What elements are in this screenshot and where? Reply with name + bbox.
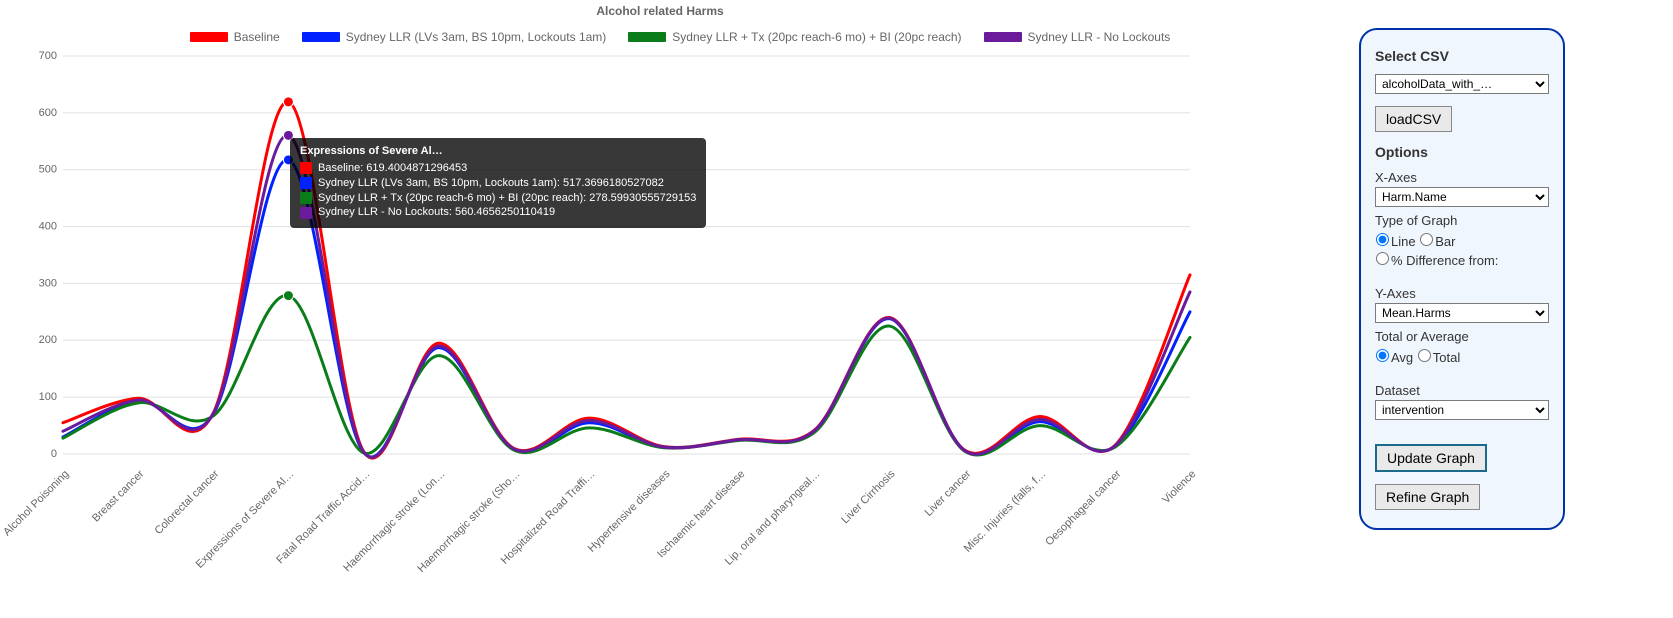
update-graph-button[interactable]: Update Graph: [1375, 444, 1487, 472]
csv-select[interactable]: alcoholData_with_…: [1375, 74, 1549, 94]
total-or-avg-label: Total or Average: [1375, 329, 1549, 344]
type-line-option[interactable]: Line: [1375, 234, 1416, 249]
legend-label: Sydney LLR (LVs 3am, BS 10pm, Lockouts 1…: [346, 30, 607, 44]
x-axes-select[interactable]: Harm.Name: [1375, 187, 1549, 207]
hover-point: [283, 155, 293, 165]
x-axis-label: Hypertensive diseases: [586, 468, 673, 555]
legend-swatch: [190, 32, 228, 42]
x-axis-label: Alcohol Poisoning: [1, 468, 71, 538]
legend-label: Baseline: [234, 30, 280, 44]
x-axis-label: Liver Cirrhosis: [840, 468, 898, 526]
select-csv-heading: Select CSV: [1375, 48, 1549, 64]
dataset-label: Dataset: [1375, 383, 1549, 398]
avg-radio[interactable]: [1376, 349, 1389, 362]
legend-swatch: [984, 32, 1022, 42]
legend-item[interactable]: Sydney LLR + Tx (20pc reach-6 mo) + BI (…: [628, 30, 961, 44]
load-csv-button[interactable]: loadCSV: [1375, 106, 1452, 132]
svg-text:500: 500: [39, 164, 57, 176]
svg-text:100: 100: [39, 391, 57, 403]
x-axis-label: Colorectal cancer: [153, 468, 222, 537]
dataset-select[interactable]: intervention: [1375, 400, 1549, 420]
y-axes-label: Y-Axes: [1375, 286, 1549, 301]
svg-text:400: 400: [39, 220, 57, 232]
svg-text:200: 200: [39, 334, 57, 346]
legend-item[interactable]: Baseline: [190, 30, 280, 44]
type-of-graph-label: Type of Graph: [1375, 213, 1549, 228]
legend-item[interactable]: Sydney LLR - No Lockouts: [984, 30, 1171, 44]
svg-text:700: 700: [39, 50, 57, 62]
chart-title: Alcohol related Harms: [0, 4, 1320, 18]
hover-point: [283, 130, 293, 140]
total-radio[interactable]: [1418, 349, 1431, 362]
series-line: [63, 102, 1190, 458]
legend-swatch: [302, 32, 340, 42]
x-axes-label: X-Axes: [1375, 170, 1549, 185]
plot-area[interactable]: 0 100 200 300 400 500 600 700: [25, 50, 1200, 460]
hover-point: [283, 97, 293, 107]
legend-label: Sydney LLR - No Lockouts: [1028, 30, 1171, 44]
type-pct-radio[interactable]: [1376, 252, 1389, 265]
chart-container: Alcohol related Harms Baseline Sydney LLR…: [0, 0, 1320, 618]
legend-label: Sydney LLR + Tx (20pc reach-6 mo) + BI (…: [672, 30, 961, 44]
x-axis-label: Violence: [1160, 468, 1198, 506]
type-line-radio[interactable]: [1376, 233, 1389, 246]
x-axis-label: Oesophageal cancer: [1043, 468, 1123, 548]
y-axes-select[interactable]: Mean.Harms: [1375, 303, 1549, 323]
svg-text:600: 600: [39, 107, 57, 119]
options-heading: Options: [1375, 144, 1549, 160]
hover-point: [283, 291, 293, 301]
x-axis-labels: Alcohol PoisoningBreast cancerColorectal…: [25, 460, 1200, 610]
x-axis-label: Breast cancer: [90, 468, 146, 524]
legend-swatch: [628, 32, 666, 42]
x-axis-label: Liver cancer: [922, 468, 973, 519]
total-option[interactable]: Total: [1417, 350, 1460, 365]
controls-panel: Select CSV alcoholData_with_… loadCSV Op…: [1359, 28, 1565, 530]
legend-item[interactable]: Sydney LLR (LVs 3am, BS 10pm, Lockouts 1…: [302, 30, 607, 44]
series-line: [63, 160, 1190, 457]
type-bar-radio[interactable]: [1420, 233, 1433, 246]
type-pct-option[interactable]: % Difference from:: [1375, 253, 1498, 268]
avg-option[interactable]: Avg: [1375, 350, 1413, 365]
svg-text:300: 300: [39, 277, 57, 289]
svg-text:0: 0: [51, 448, 57, 460]
type-bar-option[interactable]: Bar: [1419, 234, 1455, 249]
x-axis-label: Misc. Injuries (falls, f…: [961, 468, 1048, 555]
legend: Baseline Sydney LLR (LVs 3am, BS 10pm, Lo…: [60, 30, 1300, 44]
refine-graph-button[interactable]: Refine Graph: [1375, 484, 1480, 510]
series-line: [63, 135, 1190, 457]
